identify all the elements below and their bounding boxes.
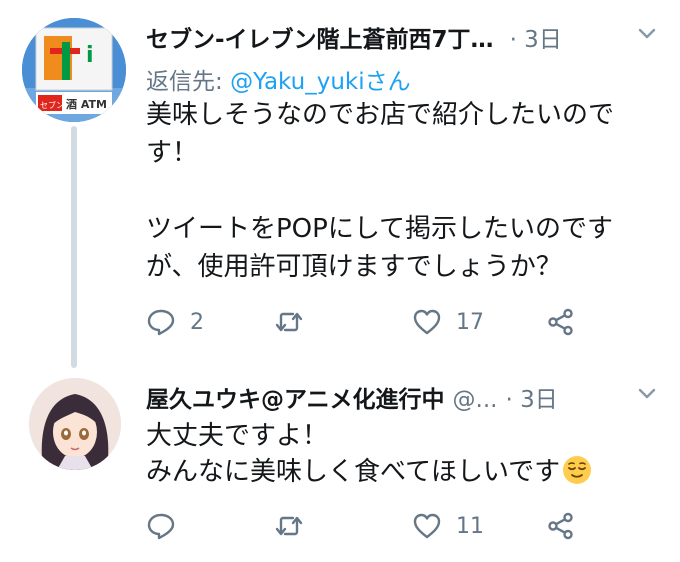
anime-girl-avatar-icon — [29, 378, 121, 470]
tweet-actions: 11 — [146, 506, 646, 546]
chevron-down-icon[interactable] — [636, 22, 658, 44]
retweet-button[interactable] — [274, 302, 318, 342]
chevron-down-icon[interactable] — [636, 382, 658, 404]
avatar[interactable]: i セブン 酒 ATM — [22, 18, 126, 122]
author-name[interactable]: セブン-イレブン階上蒼前西7丁… — [146, 20, 494, 54]
reply-button[interactable]: 2 — [146, 302, 204, 342]
share-button[interactable] — [546, 302, 576, 342]
tweet-header: セブン-イレブン階上蒼前西7丁… · 3日 — [146, 20, 658, 54]
svg-text:セブン: セブン — [40, 100, 64, 110]
timestamp[interactable]: · 3日 — [505, 380, 557, 414]
timestamp[interactable]: · 3日 — [510, 20, 562, 54]
reply-mention-link[interactable]: @Yaku_yukiさん — [230, 69, 411, 95]
tweet-header: 屋久ユウキ@アニメ化進行中 @... · 3日 — [146, 380, 658, 414]
retweet-button[interactable] — [274, 506, 318, 546]
tweet-text: 大丈夫ですよ！ みんなに美味しく食べてほしいです — [146, 418, 656, 490]
share-icon — [548, 308, 573, 336]
retweet-icon — [275, 516, 303, 536]
reply-to: 返信先: @Yaku_yukiさん — [146, 62, 411, 96]
tweet-text-content: 大丈夫ですよ！ みんなに美味しく食べてほしいです — [146, 421, 561, 487]
author-handle[interactable]: @... — [453, 387, 498, 413]
tweet-text: 美味しそうなのでお店で紹介したいので す！ ツイートをPOPにして掲示したいので… — [146, 100, 615, 282]
heart-icon — [413, 309, 441, 335]
like-count: 17 — [456, 309, 484, 335]
reply-icon — [147, 309, 175, 336]
seven-eleven-sign-icon: i セブン 酒 ATM — [22, 18, 126, 122]
retweet-icon — [275, 312, 303, 332]
svg-text:酒 ATM: 酒 ATM — [66, 98, 107, 111]
heart-icon — [413, 513, 441, 539]
author-name[interactable]: 屋久ユウキ@アニメ化進行中 — [146, 380, 445, 414]
tweet-seven-eleven[interactable]: i セブン 酒 ATM セブン-イレブン階上蒼前西7丁… · 3日 返信先: @… — [0, 0, 680, 368]
like-button[interactable]: 17 — [412, 302, 484, 342]
like-button[interactable]: 11 — [412, 506, 484, 546]
reply-button[interactable] — [146, 506, 190, 546]
svg-text:i: i — [86, 43, 94, 68]
share-icon — [548, 512, 573, 540]
reply-icon — [147, 513, 175, 540]
share-button[interactable] — [546, 506, 576, 546]
avatar[interactable] — [29, 378, 121, 470]
thread-line — [71, 126, 77, 368]
reply-prefix: 返信先: — [146, 69, 231, 95]
relieved-face-emoji-icon — [563, 456, 592, 484]
tweet-actions: 2 17 — [146, 302, 646, 342]
tweet-yaku-yuki[interactable]: 屋久ユウキ@アニメ化進行中 @... · 3日 大丈夫ですよ！ みんなに美味しく… — [0, 360, 680, 562]
reply-count: 2 — [190, 309, 204, 335]
like-count: 11 — [456, 513, 484, 539]
